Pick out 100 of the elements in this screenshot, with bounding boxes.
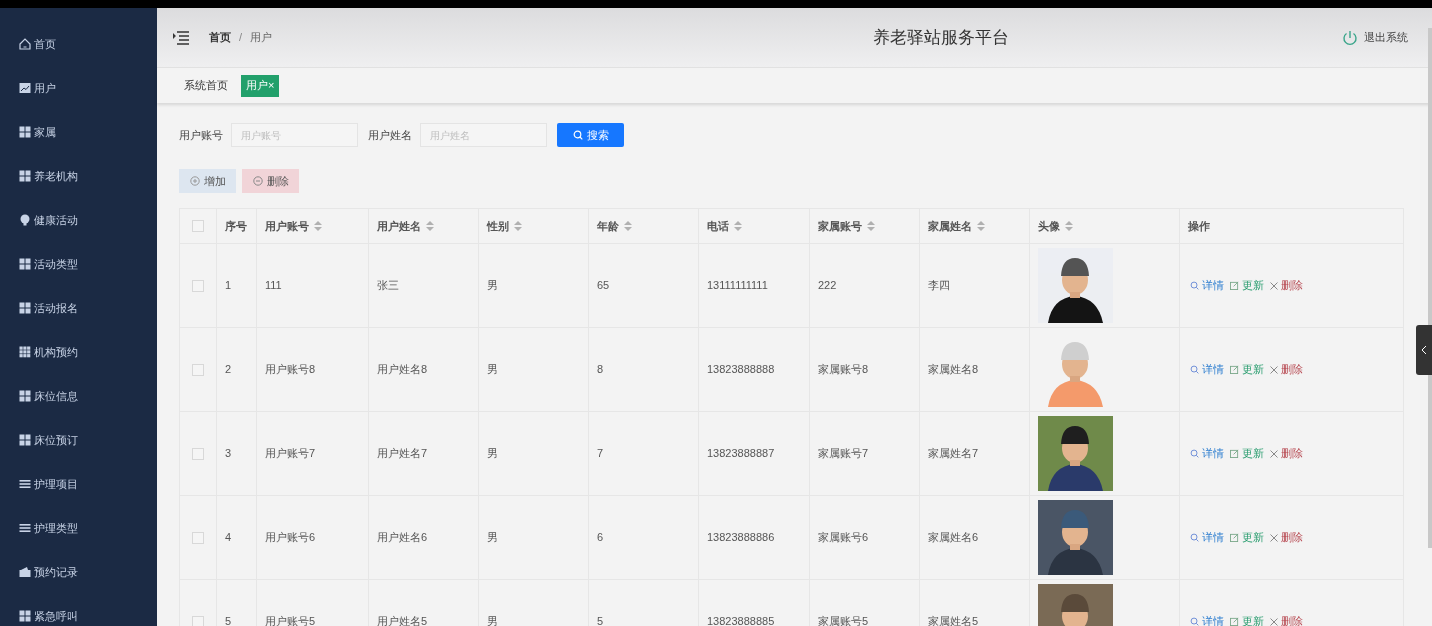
table-cell-text: 男	[487, 362, 498, 378]
delete-link[interactable]: 删除	[1270, 277, 1303, 294]
table-cell-text: 13823888887	[707, 446, 775, 462]
sidebar-item[interactable]: 用户	[18, 78, 157, 98]
field-label: 用户姓名	[368, 127, 412, 143]
sidebar-item[interactable]: 护理类型	[18, 518, 157, 538]
sidebar-item[interactable]: 活动类型	[18, 254, 157, 274]
column-header[interactable]: 电话	[707, 217, 729, 235]
bulb-icon	[18, 213, 32, 227]
table-cell-text: 男	[487, 446, 498, 462]
sort-icon[interactable]	[314, 221, 322, 231]
sidebar-item[interactable]: 活动报名	[18, 298, 157, 318]
table-cell-text: 8	[597, 362, 604, 378]
power-icon	[1342, 29, 1358, 46]
chart-icon	[18, 81, 32, 95]
search-icon	[1190, 449, 1199, 458]
minus-circle-icon	[252, 176, 263, 186]
table-cell-text: 6	[597, 530, 604, 546]
grid-icon	[18, 345, 32, 359]
list-icon	[18, 477, 32, 491]
sidebar-item[interactable]: 床位预订	[18, 430, 157, 450]
delete-button[interactable]: 删除	[242, 169, 299, 193]
detail-link[interactable]: 详情	[1190, 613, 1224, 626]
sort-icon[interactable]	[977, 221, 985, 231]
delete-link[interactable]: 删除	[1270, 613, 1303, 626]
table-cell-text: 用户账号7	[265, 446, 316, 462]
table-cell-text: 用户账号6	[265, 530, 316, 546]
home-icon	[18, 37, 32, 51]
grid-icon	[18, 609, 32, 623]
grid-icon	[18, 257, 32, 271]
breadcrumb-link[interactable]: 首页	[209, 29, 231, 46]
row-checkbox[interactable]	[192, 531, 204, 544]
column-header[interactable]: 家属姓名	[928, 217, 972, 235]
scrollbar[interactable]	[1428, 28, 1432, 548]
close-icon	[1270, 281, 1278, 290]
sort-icon[interactable]	[867, 221, 875, 231]
sort-icon[interactable]	[734, 221, 742, 231]
table-cell-text: 用户姓名8	[377, 362, 428, 378]
delete-link[interactable]: 删除	[1270, 529, 1303, 546]
sidebar-item[interactable]: 养老机构	[18, 166, 157, 186]
row-checkbox[interactable]	[192, 447, 204, 460]
table-cell-text: 13111111111	[707, 278, 768, 294]
edit-icon	[1230, 617, 1239, 626]
column-header[interactable]: 用户账号	[265, 217, 309, 235]
side-panel-toggle[interactable]	[1416, 325, 1432, 375]
sidebar-item[interactable]: 紧急呼叫	[18, 606, 157, 626]
table-cell-text: 用户账号5	[265, 614, 316, 626]
plus-circle-icon	[189, 176, 200, 186]
logout-button[interactable]: 退出系统	[1342, 29, 1408, 46]
page-title: 养老驿站服务平台	[871, 26, 1010, 49]
column-header[interactable]: 用户姓名	[377, 217, 421, 235]
sort-icon[interactable]	[624, 221, 632, 231]
table-cell-text: 用户账号8	[265, 362, 316, 378]
sort-icon[interactable]	[514, 221, 522, 231]
column-header[interactable]: 年龄	[597, 217, 619, 235]
column-header[interactable]: 性别	[487, 217, 509, 235]
column-header: 操作	[1188, 218, 1210, 234]
table-cell-text: 男	[487, 530, 498, 546]
table-cell-text: 李四	[928, 278, 950, 294]
close-icon	[1270, 365, 1278, 374]
table-cell-text: 222	[818, 278, 837, 294]
page-tab[interactable]: 系统首页	[179, 74, 233, 97]
sidebar-item[interactable]: 预约记录	[18, 562, 157, 582]
edit-icon	[1230, 281, 1239, 290]
table-cell-text: 男	[487, 278, 498, 294]
column-header[interactable]: 家属账号	[818, 217, 862, 235]
grid-icon	[18, 433, 32, 447]
table-cell-text: 13823888888	[707, 362, 775, 378]
detail-link[interactable]: 详情	[1190, 529, 1224, 546]
table-cell-text: 家属姓名7	[928, 446, 979, 462]
row-checkbox[interactable]	[192, 615, 204, 626]
search-button[interactable]: 搜索	[557, 123, 624, 147]
delete-link[interactable]: 删除	[1270, 361, 1303, 378]
row-checkbox[interactable]	[192, 363, 204, 376]
grid-icon	[18, 169, 32, 183]
sidebar-item[interactable]: 机构预约	[18, 342, 157, 362]
row-checkbox[interactable]	[192, 279, 204, 292]
table-cell-text: 家属账号5	[818, 614, 869, 626]
row-checkbox[interactable]	[192, 220, 204, 232]
sidebar-item[interactable]: 床位信息	[18, 386, 157, 406]
detail-link[interactable]: 详情	[1190, 277, 1224, 294]
close-icon	[1270, 533, 1278, 542]
table-cell-text: 7	[597, 446, 604, 462]
list-icon	[18, 521, 32, 535]
sidebar-item[interactable]: 家属	[18, 122, 157, 142]
table-cell-text: 2	[225, 362, 232, 378]
detail-link[interactable]: 详情	[1190, 361, 1224, 378]
column-header[interactable]: 头像	[1038, 217, 1060, 235]
delete-link[interactable]: 删除	[1270, 445, 1303, 462]
sort-icon[interactable]	[426, 221, 434, 231]
sidebar-item[interactable]: 护理项目	[18, 474, 157, 494]
menu-toggle-icon[interactable]	[173, 30, 189, 45]
table-cell-text: 男	[487, 614, 498, 626]
table-cell-text: 5	[597, 614, 604, 626]
grid-icon	[18, 125, 32, 139]
sort-icon[interactable]	[1065, 221, 1073, 231]
sidebar-item[interactable]: 健康活动	[18, 210, 157, 230]
add-button[interactable]: 增加	[179, 169, 236, 193]
detail-link[interactable]: 详情	[1190, 445, 1224, 462]
sidebar-item[interactable]: 首页	[18, 34, 157, 54]
